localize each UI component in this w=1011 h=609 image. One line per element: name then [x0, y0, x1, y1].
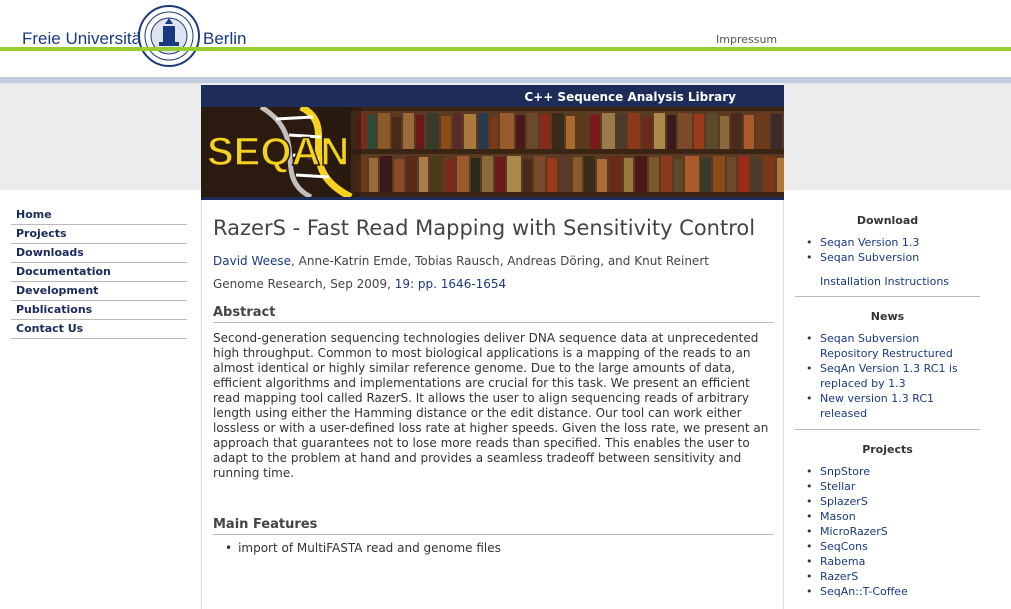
project-link-rabema[interactable]: Rabema [806, 554, 980, 569]
news-item[interactable]: Seqan Subversion Repository Restructured [806, 331, 980, 361]
main-content: RazerS - Fast Read Mapping with Sensitiv… [201, 200, 784, 609]
journal-pages-link[interactable]: 19: pp. 1646-1654 [395, 277, 506, 291]
nav-item-home[interactable]: Home [11, 206, 187, 225]
right-sidebar: Download Seqan Version 1.3 Seqan Subvers… [795, 206, 980, 599]
nav-item-publications[interactable]: Publications [11, 301, 187, 320]
nav-item-contact-us[interactable]: Contact Us [11, 320, 187, 339]
news-item[interactable]: New version 1.3 RC1 released [806, 391, 980, 421]
university-name[interactable]: Freie Universität [22, 29, 146, 49]
seqan-banner[interactable]: C++ Sequence Analysis Library SEQAN [201, 85, 784, 200]
seqan-logo-bookshelf-image[interactable]: SEQAN [201, 107, 784, 197]
news-list: Seqan Subversion Repository Restructured… [795, 331, 980, 421]
author-link-david-weese[interactable]: David Weese [213, 254, 291, 268]
banner-title: C++ Sequence Analysis Library [524, 90, 736, 104]
sidebar-divider [795, 296, 980, 297]
header-green-divider [0, 47, 1011, 51]
list-item: import of MultiFASTA read and genome fil… [237, 541, 772, 555]
download-link-seqan-1-3[interactable]: Seqan Version 1.3 [806, 235, 980, 250]
projects-list: SnpStore Stellar SplazerS Mason MicroRaz… [795, 464, 980, 599]
nav-item-downloads[interactable]: Downloads [11, 244, 187, 263]
nav-item-projects[interactable]: Projects [11, 225, 187, 244]
journal-line: Genome Research, Sep 2009, 19: pp. 1646-… [213, 277, 772, 291]
nav-item-development[interactable]: Development [11, 282, 187, 301]
download-list: Seqan Version 1.3 Seqan Subversion [795, 235, 980, 265]
project-link-mason[interactable]: Mason [806, 509, 980, 524]
news-heading: News [870, 310, 905, 323]
project-link-razers[interactable]: RazerS [806, 569, 980, 584]
author-line: David Weese, Anne-Katrin Emde, Tobias Ra… [213, 254, 772, 268]
university-seal-icon[interactable] [137, 4, 201, 68]
project-link-splazers[interactable]: SplazerS [806, 494, 980, 509]
journal-name: Genome Research, Sep 2009, [213, 277, 395, 291]
installation-instructions-link[interactable]: Installation Instructions [795, 275, 980, 288]
sidebar-divider [795, 429, 980, 430]
site-header: Freie Universität Berlin Impressum [0, 0, 1011, 67]
project-link-snpstore[interactable]: SnpStore [806, 464, 980, 479]
projects-heading: Projects [862, 443, 913, 456]
features-list: import of MultiFASTA read and genome fil… [213, 541, 772, 555]
page-title: RazerS - Fast Read Mapping with Sensitiv… [213, 216, 756, 240]
university-name-berlin[interactable]: Berlin [203, 29, 246, 49]
other-authors: , Anne-Katrin Emde, Tobias Rausch, Andre… [291, 254, 709, 268]
project-link-stellar[interactable]: Stellar [806, 479, 980, 494]
abstract-text: Second-generation sequencing technologie… [213, 331, 769, 480]
main-features-heading: Main Features [213, 517, 774, 535]
project-link-seqan-t-coffee[interactable]: SeqAn::T-Coffee [806, 584, 980, 599]
download-heading: Download [856, 214, 919, 227]
project-link-seqcons[interactable]: SeqCons [806, 539, 980, 554]
project-link-microrazers[interactable]: MicroRazerS [806, 524, 980, 539]
news-item[interactable]: SeqAn Version 1.3 RC1 is replaced by 1.3 [806, 361, 980, 391]
left-navigation: Home Projects Downloads Documentation De… [11, 206, 187, 339]
abstract-heading: Abstract [213, 305, 774, 323]
download-link-seqan-subversion[interactable]: Seqan Subversion [806, 250, 980, 265]
seqan-logo-text: SEQAN [207, 130, 349, 174]
impressum-link[interactable]: Impressum [716, 33, 777, 46]
nav-item-documentation[interactable]: Documentation [11, 263, 187, 282]
